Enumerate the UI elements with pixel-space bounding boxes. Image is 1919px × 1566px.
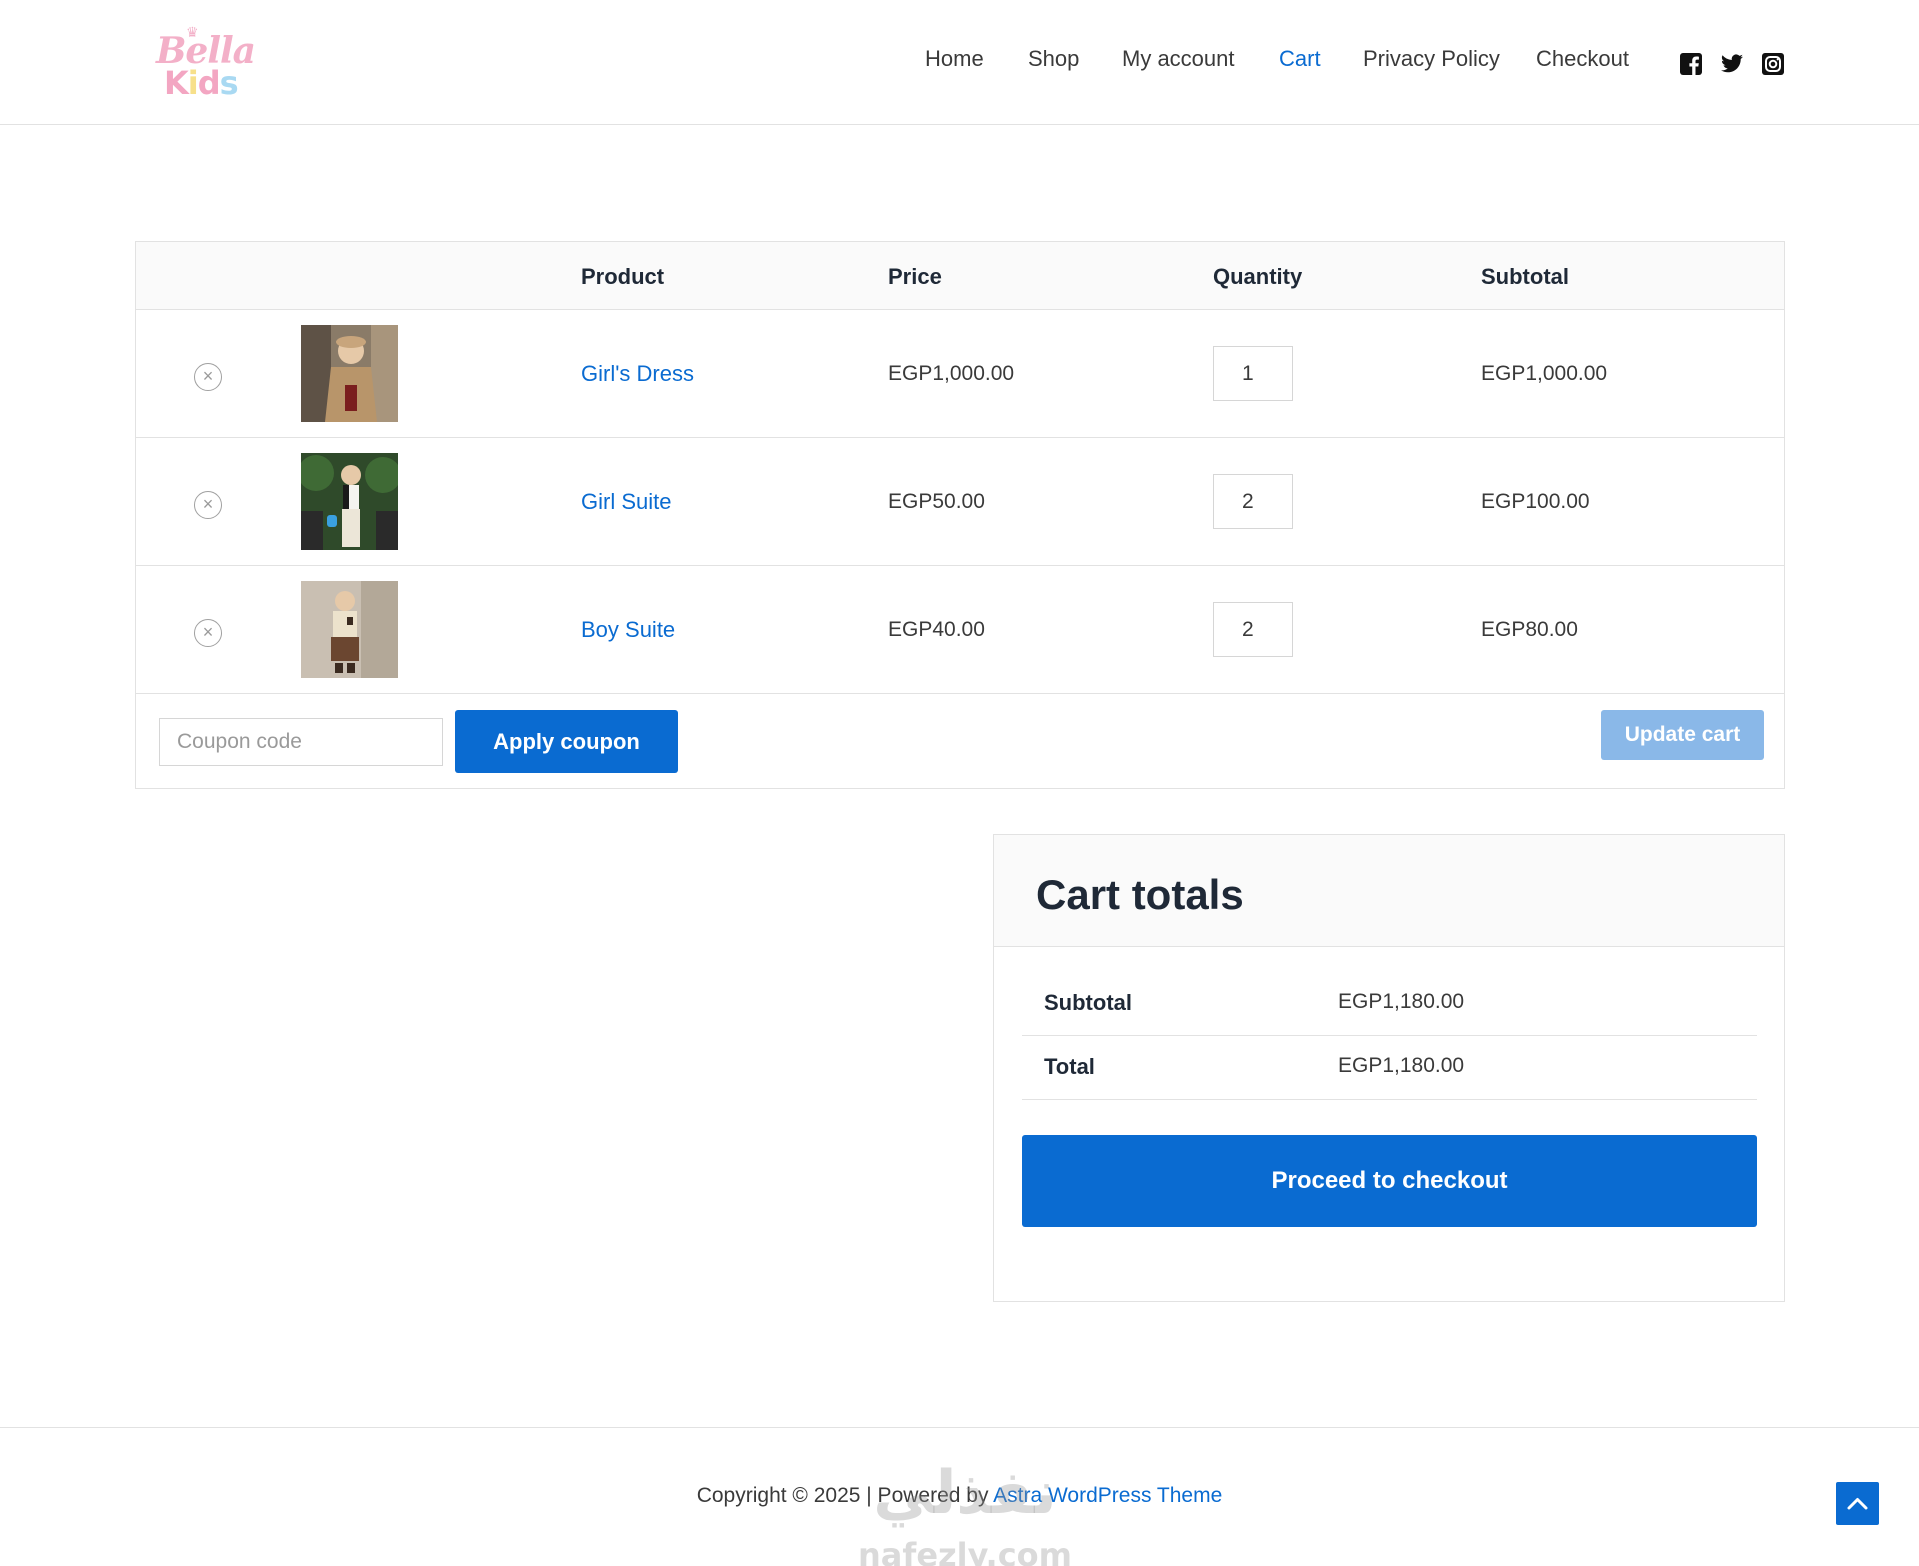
- product-name-link[interactable]: Girl Suite: [581, 489, 671, 515]
- total-label: Total: [1044, 1054, 1095, 1079]
- column-price: Price: [888, 264, 942, 289]
- total-value: EGP1,180.00: [1338, 1054, 1465, 1077]
- totals-row-total: Total EGP1,180.00: [1022, 1036, 1757, 1100]
- nav-privacy-policy[interactable]: Privacy Policy: [1363, 46, 1500, 72]
- product-price: EGP50.00: [888, 490, 985, 513]
- column-quantity: Quantity: [1213, 264, 1303, 289]
- product-subtotal: EGP80.00: [1481, 618, 1578, 641]
- product-thumbnail[interactable]: [301, 453, 398, 550]
- totals-row-subtotal: Subtotal EGP1,180.00: [1022, 972, 1757, 1036]
- product-name-link[interactable]: Boy Suite: [581, 617, 675, 643]
- facebook-icon[interactable]: [1679, 52, 1703, 76]
- apply-coupon-button[interactable]: Apply coupon: [455, 710, 678, 773]
- copyright-prefix: Copyright © 2025 | Powered by: [696, 1484, 994, 1507]
- logo-text-line2: Kids: [164, 64, 239, 102]
- cart-totals-title: Cart totals: [1036, 871, 1244, 918]
- watermark-latin: nafezly.com: [858, 1536, 1072, 1566]
- subtotal-value: EGP1,180.00: [1338, 990, 1465, 1013]
- cart-totals-header: Cart totals: [994, 835, 1784, 947]
- cart-row: × Boy Suite EGP40.00 EGP80.00: [136, 566, 1784, 694]
- nav-my-account[interactable]: My account: [1122, 46, 1235, 72]
- watermark: نفذلي nafezly.com: [855, 1458, 1075, 1566]
- nav-cart[interactable]: Cart: [1279, 46, 1321, 72]
- copyright-text: Copyright © 2025 | Powered by Astra Word…: [0, 1484, 1919, 1508]
- nav-shop[interactable]: Shop: [1028, 46, 1079, 72]
- cart-row: × Girl's Dress EGP1,000.00 EGP1,000.00: [136, 310, 1784, 438]
- product-price: EGP40.00: [888, 618, 985, 641]
- cart-table-header: Product Price Quantity Subtotal: [136, 242, 1784, 310]
- quantity-input[interactable]: [1213, 602, 1293, 657]
- quantity-input[interactable]: [1213, 346, 1293, 401]
- quantity-input[interactable]: [1213, 474, 1293, 529]
- cart-table: Product Price Quantity Subtotal × Girl's…: [135, 241, 1785, 789]
- product-price: EGP1,000.00: [888, 362, 1015, 385]
- cart-row: × Girl Suite EGP50.00 EGP100.00: [136, 438, 1784, 566]
- instagram-icon[interactable]: [1761, 52, 1785, 76]
- product-name-link[interactable]: Girl's Dress: [581, 361, 694, 387]
- product-subtotal: EGP1,000.00: [1481, 362, 1608, 385]
- update-cart-button[interactable]: Update cart: [1601, 710, 1764, 760]
- column-product: Product: [581, 264, 665, 289]
- remove-item-icon[interactable]: ×: [194, 619, 222, 647]
- chevron-up-icon: [1847, 1498, 1868, 1510]
- remove-item-icon[interactable]: ×: [194, 491, 222, 519]
- cart-totals: Cart totals Subtotal EGP1,180.00 Total E…: [993, 834, 1785, 1302]
- site-header: ♛ Bella Kids Home Shop My account Cart P…: [0, 0, 1919, 125]
- nav-home[interactable]: Home: [925, 46, 984, 72]
- column-subtotal: Subtotal: [1481, 264, 1569, 289]
- product-thumbnail[interactable]: [301, 325, 398, 422]
- nav-checkout[interactable]: Checkout: [1536, 46, 1629, 72]
- twitter-icon[interactable]: [1719, 52, 1743, 76]
- scroll-to-top-button[interactable]: [1836, 1482, 1879, 1525]
- theme-link[interactable]: Astra WordPress Theme: [993, 1484, 1222, 1507]
- subtotal-label: Subtotal: [1044, 990, 1132, 1015]
- site-logo[interactable]: ♛ Bella Kids: [152, 24, 256, 102]
- product-subtotal: EGP100.00: [1481, 490, 1590, 513]
- coupon-code-input[interactable]: [159, 718, 443, 766]
- site-footer: Copyright © 2025 | Powered by Astra Word…: [0, 1427, 1919, 1566]
- remove-item-icon[interactable]: ×: [194, 363, 222, 391]
- proceed-to-checkout-button[interactable]: Proceed to checkout: [1022, 1135, 1757, 1227]
- product-thumbnail[interactable]: [301, 581, 398, 678]
